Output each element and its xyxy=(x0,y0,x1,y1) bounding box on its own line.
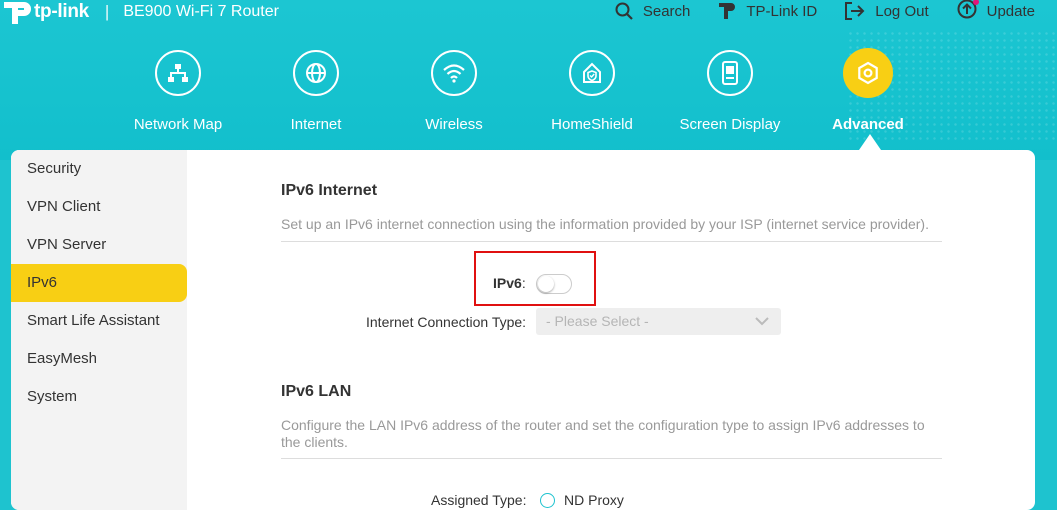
nd-proxy-radio[interactable] xyxy=(540,493,555,508)
nav-screen-display[interactable]: Screen Display xyxy=(665,50,795,133)
sidebar: Security VPN Client VPN Server IPv6 Smar… xyxy=(11,150,187,510)
sidebar-item-system[interactable]: System xyxy=(11,378,187,416)
nav-label: Wireless xyxy=(425,116,483,133)
globe-icon xyxy=(293,50,339,96)
settings-panel: Security VPN Client VPN Server IPv6 Smar… xyxy=(11,150,1035,510)
brand-name: tp-link xyxy=(34,1,89,22)
screen-display-icon xyxy=(707,50,753,96)
logout-label: Log Out xyxy=(875,2,929,20)
assigned-type-label: Assigned Type: xyxy=(431,492,527,508)
search-label: Search xyxy=(642,2,691,20)
nav-label: HomeShield xyxy=(551,116,633,133)
home-shield-icon xyxy=(569,50,615,96)
connection-type-value: - Please Select - xyxy=(546,313,649,329)
chevron-down-icon xyxy=(755,317,769,326)
top-header: tp-link | BE900 Wi-Fi 7 Router Search TP… xyxy=(0,0,1057,160)
sidebar-item-security[interactable]: Security xyxy=(11,150,187,188)
main-content: IPv6 Internet Set up an IPv6 internet co… xyxy=(187,150,1035,510)
tplink-id-icon xyxy=(719,3,736,19)
update-label: Update xyxy=(986,2,1035,20)
search-button[interactable]: Search xyxy=(615,0,691,22)
network-map-icon xyxy=(155,50,201,96)
nav-advanced[interactable]: Advanced xyxy=(803,48,933,133)
sidebar-item-easymesh[interactable]: EasyMesh xyxy=(11,340,187,378)
logout-button[interactable]: Log Out xyxy=(845,0,929,22)
brand-separator: | xyxy=(104,2,110,21)
ipv6-toggle[interactable] xyxy=(536,274,572,294)
tplink-id-label: TP-Link ID xyxy=(746,2,818,20)
top-actions: Search TP-Link ID Log Out Update xyxy=(615,0,1057,22)
sidebar-item-vpn-client[interactable]: VPN Client xyxy=(11,188,187,226)
nd-proxy-option-label: ND Proxy xyxy=(564,492,624,508)
search-icon xyxy=(615,2,633,20)
ipv6-toggle-label-wrap: IPv6: xyxy=(493,275,526,291)
logout-icon xyxy=(845,2,865,20)
ipv6-lan-title: IPv6 LAN xyxy=(281,383,352,400)
update-icon-wrap xyxy=(957,0,979,23)
update-button[interactable]: Update xyxy=(957,0,1035,22)
gear-icon xyxy=(843,48,893,98)
router-model: BE900 Wi-Fi 7 Router xyxy=(123,3,279,20)
tp-link-logo-icon xyxy=(2,0,32,24)
ipv6-internet-description: Set up an IPv6 internet connection using… xyxy=(281,216,942,242)
main-nav: Network Map Internet Wireless HomeShield… xyxy=(0,48,1057,140)
sidebar-item-ipv6[interactable]: IPv6 xyxy=(11,264,187,302)
brand-logo: tp-link | BE900 Wi-Fi 7 Router xyxy=(0,0,279,24)
tplink-id-button[interactable]: TP-Link ID xyxy=(718,0,817,22)
ipv6-lan-description: Configure the LAN IPv6 address of the ro… xyxy=(281,417,942,459)
toggle-knob xyxy=(538,276,554,292)
connection-type-label: Internet Connection Type: xyxy=(366,314,527,330)
ipv6-toggle-colon: : xyxy=(521,275,526,291)
connection-type-select[interactable]: - Please Select - xyxy=(536,308,781,335)
sidebar-item-smart-life-assistant[interactable]: Smart Life Assistant xyxy=(11,302,187,340)
ipv6-toggle-label: IPv6 xyxy=(493,275,522,291)
nav-wireless[interactable]: Wireless xyxy=(389,50,519,133)
nav-label: Internet xyxy=(290,116,342,133)
nav-homeshield[interactable]: HomeShield xyxy=(527,50,657,133)
nav-label: Network Map xyxy=(133,116,223,133)
active-nav-caret xyxy=(859,134,881,150)
nav-network-map[interactable]: Network Map xyxy=(113,50,243,133)
ipv6-internet-title: IPv6 Internet xyxy=(281,182,378,199)
wifi-icon xyxy=(431,50,477,96)
nav-internet[interactable]: Internet xyxy=(251,50,381,133)
update-notification-dot xyxy=(972,0,979,5)
nav-label: Advanced xyxy=(832,116,904,133)
sidebar-item-vpn-server[interactable]: VPN Server xyxy=(11,226,187,264)
nav-label: Screen Display xyxy=(679,116,781,133)
